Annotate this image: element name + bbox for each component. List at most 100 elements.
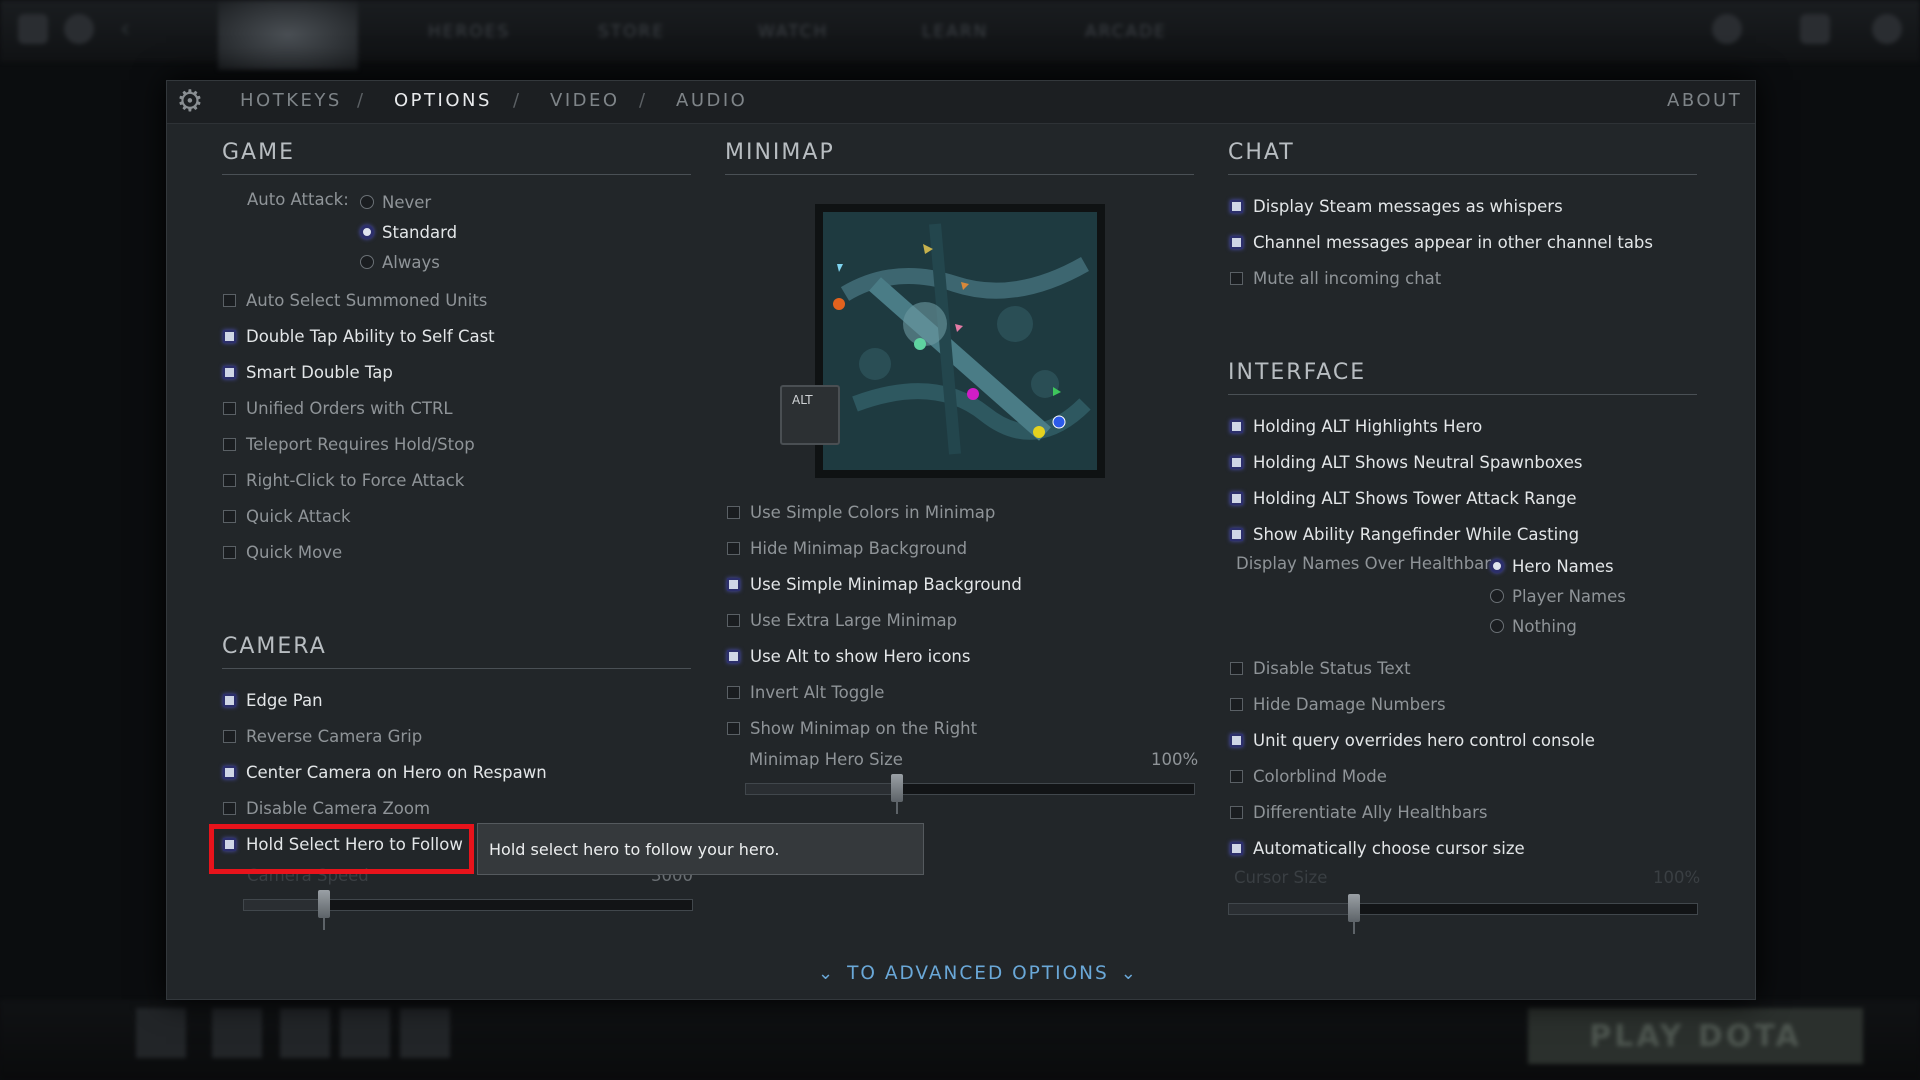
alt-tower-attack-range-checkbox[interactable]: Holding ALT Shows Tower Attack Range bbox=[1230, 486, 1576, 510]
mute-incoming-chat-checkbox[interactable]: Mute all incoming chat bbox=[1230, 266, 1441, 290]
minimap-hero-size-stem bbox=[896, 802, 899, 814]
cursor-size-stem bbox=[1353, 922, 1356, 934]
teleport-hold-stop-checkbox[interactable]: Teleport Requires Hold/Stop bbox=[223, 432, 475, 456]
tab-video[interactable]: VIDEO bbox=[550, 90, 620, 111]
chevron-down-icon: ⌄ bbox=[818, 963, 836, 984]
bottom-bar: PLAY DOTA bbox=[0, 1000, 1920, 1080]
tooltip-text: Hold select hero to follow your hero. bbox=[489, 839, 780, 859]
channel-messages-other-tabs-checkbox[interactable]: Channel messages appear in other channel… bbox=[1230, 230, 1653, 254]
hero-names-radio[interactable]: Hero Names bbox=[1490, 554, 1614, 578]
chat-icon bbox=[1800, 14, 1830, 44]
camera-speed-knob[interactable] bbox=[317, 890, 330, 918]
differentiate-ally-healthbars-checkbox[interactable]: Differentiate Ally Healthbars bbox=[1230, 800, 1487, 824]
alt-key-label: ALT bbox=[792, 393, 813, 407]
hide-damage-numbers-checkbox[interactable]: Hide Damage Numbers bbox=[1230, 692, 1446, 716]
ability-rangefinder-checkbox[interactable]: Show Ability Rangefinder While Casting bbox=[1230, 522, 1579, 546]
unit-query-overrides-checkbox[interactable]: Unit query overrides hero control consol… bbox=[1230, 728, 1595, 752]
hold-select-hero-follow-checkbox[interactable]: Hold Select Hero to Follow bbox=[223, 832, 463, 856]
cursor-size-slider[interactable] bbox=[1228, 903, 1698, 915]
hide-minimap-background-checkbox[interactable]: Hide Minimap Background bbox=[727, 536, 967, 560]
auto-select-summoned-units-checkbox[interactable]: Auto Select Summoned Units bbox=[223, 288, 487, 312]
smart-double-tap-checkbox[interactable]: Smart Double Tap bbox=[223, 360, 393, 384]
right-click-force-attack-checkbox[interactable]: Right-Click to Force Attack bbox=[223, 468, 464, 492]
nav-store: STORE bbox=[598, 22, 666, 42]
auto-cursor-size-checkbox[interactable]: Automatically choose cursor size bbox=[1230, 836, 1525, 860]
chat-section-title: CHAT bbox=[1228, 140, 1295, 165]
party-slot bbox=[280, 1008, 330, 1058]
game-section-title: GAME bbox=[222, 140, 295, 165]
cursor-size-label: Cursor Size bbox=[1234, 868, 1328, 887]
back-arrow-icon: ‹ bbox=[120, 14, 131, 44]
quick-move-checkbox[interactable]: Quick Move bbox=[223, 540, 342, 564]
alt-neutral-spawnboxes-checkbox[interactable]: Holding ALT Shows Neutral Spawnboxes bbox=[1230, 450, 1582, 474]
minimap-hero-size-label: Minimap Hero Size bbox=[749, 750, 903, 769]
home-icon bbox=[18, 14, 48, 44]
tab-separator: / bbox=[639, 90, 646, 111]
nav-heroes: HEROES bbox=[428, 22, 511, 42]
alt-key-icon: ALT bbox=[780, 385, 840, 445]
colorblind-mode-checkbox[interactable]: Colorblind Mode bbox=[1230, 764, 1387, 788]
disable-camera-zoom-checkbox[interactable]: Disable Camera Zoom bbox=[223, 796, 430, 820]
auto-attack-standard-radio[interactable]: Standard bbox=[360, 220, 457, 244]
minimap-section-title: MINIMAP bbox=[725, 140, 835, 165]
interface-section-title: INTERFACE bbox=[1228, 360, 1367, 385]
cursor-size-value: 100% bbox=[1653, 868, 1701, 887]
party-slot bbox=[136, 1008, 186, 1058]
alt-highlights-hero-checkbox[interactable]: Holding ALT Highlights Hero bbox=[1230, 414, 1482, 438]
advanced-options-link[interactable]: ⌄ TO ADVANCED OPTIONS ⌄ bbox=[806, 963, 1150, 984]
section-divider bbox=[725, 174, 1194, 175]
party-slot bbox=[340, 1008, 390, 1058]
nothing-radio[interactable]: Nothing bbox=[1490, 614, 1577, 638]
cursor-size-fill bbox=[1229, 904, 1356, 914]
disable-status-text-checkbox[interactable]: Disable Status Text bbox=[1230, 656, 1411, 680]
minimap-hero-size-fill bbox=[746, 784, 899, 794]
auto-attack-label: Auto Attack: bbox=[247, 190, 349, 209]
section-divider bbox=[222, 174, 691, 175]
double-tap-self-cast-checkbox[interactable]: Double Tap Ability to Self Cast bbox=[223, 324, 495, 348]
display-names-label: Display Names Over Healthbar bbox=[1236, 554, 1492, 573]
tab-separator: / bbox=[357, 90, 364, 111]
settings-icon bbox=[64, 14, 94, 44]
auto-attack-always-radio[interactable]: Always bbox=[360, 250, 440, 274]
steam-messages-whispers-checkbox[interactable]: Display Steam messages as whispers bbox=[1230, 194, 1563, 218]
center-camera-respawn-checkbox[interactable]: Center Camera on Hero on Respawn bbox=[223, 760, 547, 784]
minimap-hero-size-knob[interactable] bbox=[891, 774, 904, 802]
nav-watch: WATCH bbox=[758, 22, 829, 42]
edge-pan-checkbox[interactable]: Edge Pan bbox=[223, 688, 323, 712]
player-names-radio[interactable]: Player Names bbox=[1490, 584, 1626, 608]
friends-icon bbox=[1712, 14, 1742, 44]
cursor-size-knob[interactable] bbox=[1348, 894, 1361, 922]
section-divider bbox=[222, 668, 691, 669]
section-divider bbox=[1228, 174, 1697, 175]
tab-hotkeys[interactable]: HOTKEYS bbox=[240, 90, 342, 111]
chevron-down-icon: ⌄ bbox=[1120, 963, 1138, 984]
tooltip: Hold select hero to follow your hero. bbox=[477, 823, 924, 875]
alt-show-hero-icons-checkbox[interactable]: Use Alt to show Hero icons bbox=[727, 644, 970, 668]
simple-colors-minimap-checkbox[interactable]: Use Simple Colors in Minimap bbox=[727, 500, 995, 524]
reverse-camera-grip-checkbox[interactable]: Reverse Camera Grip bbox=[223, 724, 422, 748]
tab-separator: / bbox=[513, 90, 520, 111]
invert-alt-toggle-checkbox[interactable]: Invert Alt Toggle bbox=[727, 680, 884, 704]
tab-about[interactable]: ABOUT bbox=[1667, 90, 1742, 111]
section-divider bbox=[1228, 394, 1697, 395]
camera-speed-fill bbox=[244, 900, 325, 910]
top-nav-bar: ‹ HEROES STORE WATCH LEARN ARCADE bbox=[0, 0, 1920, 70]
gear-icon[interactable]: ⚙ bbox=[175, 87, 205, 117]
extra-large-minimap-checkbox[interactable]: Use Extra Large Minimap bbox=[727, 608, 957, 632]
tab-options[interactable]: OPTIONS bbox=[394, 90, 492, 111]
nav-learn: LEARN bbox=[922, 22, 989, 42]
auto-attack-never-radio[interactable]: Never bbox=[360, 190, 431, 214]
simple-minimap-background-checkbox[interactable]: Use Simple Minimap Background bbox=[727, 572, 1022, 596]
minimap-hero-size-slider[interactable] bbox=[745, 783, 1195, 795]
quick-attack-checkbox[interactable]: Quick Attack bbox=[223, 504, 351, 528]
minimap-hero-size-value: 100% bbox=[1151, 750, 1199, 769]
minimap-on-right-checkbox[interactable]: Show Minimap on the Right bbox=[727, 716, 977, 740]
dota-logo bbox=[218, 0, 358, 70]
party-slot bbox=[212, 1008, 262, 1058]
nav-arcade: ARCADE bbox=[1085, 22, 1167, 42]
avatar bbox=[1872, 14, 1902, 44]
camera-speed-stem bbox=[322, 918, 325, 930]
camera-speed-slider[interactable] bbox=[243, 899, 693, 911]
unified-orders-ctrl-checkbox[interactable]: Unified Orders with CTRL bbox=[223, 396, 453, 420]
tab-audio[interactable]: AUDIO bbox=[676, 90, 747, 111]
